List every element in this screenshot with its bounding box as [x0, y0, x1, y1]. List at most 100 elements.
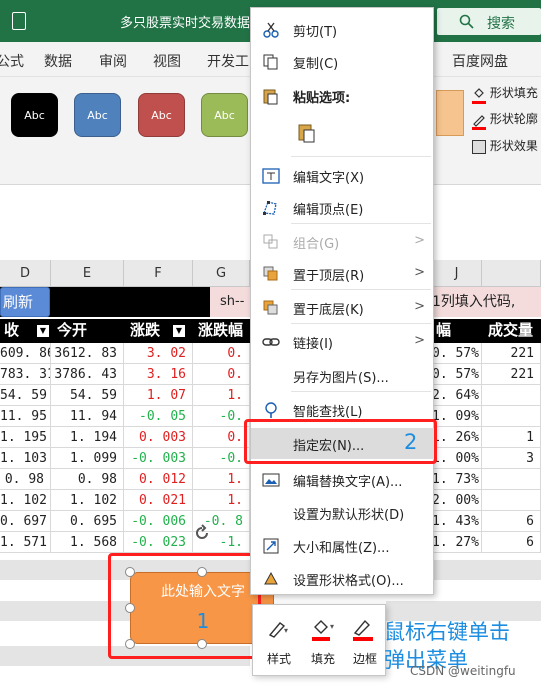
mini-style-button[interactable]: ▾ 样式: [259, 611, 299, 671]
rotate-handle-icon[interactable]: [192, 523, 212, 543]
table-cell[interactable]: 221: [482, 364, 541, 385]
table-cell[interactable]: 1.: [193, 490, 250, 511]
menu-item-send-to-back[interactable]: 置于底层(K) >: [251, 292, 435, 323]
table-cell[interactable]: 0. 003: [124, 427, 193, 448]
table-cell[interactable]: 1. 195: [0, 427, 51, 448]
column-header-e[interactable]: E: [51, 260, 124, 287]
file-icon[interactable]: [12, 12, 26, 30]
table-cell[interactable]: [482, 490, 541, 511]
shape-fill-button[interactable]: 形状填充: [472, 84, 538, 104]
table-cell[interactable]: 221: [482, 343, 541, 364]
table-cell[interactable]: 1. 568: [51, 532, 124, 553]
table-cell[interactable]: 11. 95: [0, 406, 51, 427]
menu-item-bring-to-front[interactable]: 置于顶层(R) >: [251, 258, 435, 289]
table-cell[interactable]: 3612. 83: [51, 343, 124, 364]
menu-item-format-shape[interactable]: 设置形状格式(O)...: [251, 563, 435, 594]
menu-item-save-as-picture[interactable]: 另存为图片(S)...: [251, 360, 435, 391]
table-cell[interactable]: 0. 695: [51, 511, 124, 532]
menu-item-edit-text[interactable]: 编辑文字(X): [251, 160, 435, 191]
table-cell[interactable]: 1. 27%: [432, 532, 482, 553]
table-cell[interactable]: [482, 469, 541, 490]
table-cell[interactable]: 1. 26%: [432, 427, 482, 448]
filter-dropdown-icon[interactable]: ▼: [173, 325, 185, 337]
table-cell[interactable]: 0.: [193, 364, 250, 385]
tab-baidu-netdisk[interactable]: 百度网盘: [452, 51, 508, 71]
table-cell[interactable]: 1: [482, 427, 541, 448]
table-cell[interactable]: 0.: [193, 343, 250, 364]
menu-item-edit-points[interactable]: 编辑顶点(E): [251, 192, 435, 223]
table-cell[interactable]: 0. 98: [51, 469, 124, 490]
table-cell[interactable]: -0.: [193, 406, 250, 427]
table-cell[interactable]: 1. 102: [51, 490, 124, 511]
table-cell[interactable]: 6: [482, 511, 541, 532]
menu-item-copy[interactable]: 复制(C): [251, 46, 435, 77]
menu-item-set-default-shape[interactable]: 设置为默认形状(D): [251, 497, 435, 528]
shape-outline-button[interactable]: 形状轮廓: [472, 110, 538, 130]
table-cell[interactable]: 0. 012: [124, 469, 193, 490]
table-cell[interactable]: 54. 59: [51, 385, 124, 406]
table-cell[interactable]: 1. 571: [0, 532, 51, 553]
table-cell[interactable]: -0. 05: [124, 406, 193, 427]
table-cell[interactable]: 1. 099: [51, 448, 124, 469]
table-cell[interactable]: 3786. 43: [51, 364, 124, 385]
tab-formulas[interactable]: 公式: [0, 51, 24, 71]
shape-style-blue[interactable]: Abc: [74, 93, 121, 137]
table-cell[interactable]: 11. 94: [51, 406, 124, 427]
table-cell[interactable]: 0. 98: [0, 469, 51, 490]
mini-fill-button[interactable]: ▾ 填充: [303, 611, 343, 671]
table-cell[interactable]: 0. 697: [0, 511, 51, 532]
table-cell[interactable]: -0. 006: [124, 511, 193, 532]
filter-dropdown-icon[interactable]: ▼: [37, 325, 49, 337]
column-header-d[interactable]: D: [0, 260, 51, 287]
table-cell[interactable]: 2. 64%: [432, 385, 482, 406]
shape-style-orange[interactable]: [436, 90, 464, 136]
table-cell[interactable]: 0.: [193, 427, 250, 448]
table-cell[interactable]: 1. 00%: [432, 448, 482, 469]
table-cell[interactable]: 0. 021: [124, 490, 193, 511]
table-cell[interactable]: 1. 43%: [432, 511, 482, 532]
shape-style-green[interactable]: Abc: [201, 93, 248, 137]
mini-outline-button[interactable]: 边框: [345, 611, 385, 671]
menu-item-link[interactable]: 链接(I) >: [251, 326, 435, 357]
column-header-f[interactable]: F: [124, 260, 193, 287]
table-cell[interactable]: 1. 07: [124, 385, 193, 406]
menu-item-edit-alt-text[interactable]: 编辑替换文字(A)...: [251, 464, 435, 495]
table-cell[interactable]: -0. 003: [124, 448, 193, 469]
table-cell[interactable]: 1. 73%: [432, 469, 482, 490]
tab-review[interactable]: 审阅: [99, 51, 127, 71]
menu-item-size-properties[interactable]: 大小和属性(Z)...: [251, 530, 435, 561]
column-header-k[interactable]: [482, 260, 541, 287]
table-cell[interactable]: 2. 00%: [432, 490, 482, 511]
table-cell[interactable]: 1. 194: [51, 427, 124, 448]
table-cell[interactable]: [482, 406, 541, 427]
table-cell[interactable]: 1. 09%: [432, 406, 482, 427]
tab-developer[interactable]: 开发工: [207, 51, 249, 71]
table-cell[interactable]: 3: [482, 448, 541, 469]
shape-effect-button[interactable]: 形状效果: [472, 137, 538, 154]
table-cell[interactable]: 1.: [193, 469, 250, 490]
table-cell[interactable]: 3. 16: [124, 364, 193, 385]
shape-style-black[interactable]: Abc: [11, 93, 58, 137]
table-cell[interactable]: [482, 385, 541, 406]
menu-item-paste-keep[interactable]: [251, 116, 435, 154]
table-cell[interactable]: -0. 023: [124, 532, 193, 553]
table-cell[interactable]: 1.: [193, 385, 250, 406]
column-header-j[interactable]: J: [432, 260, 482, 287]
shape-style-red[interactable]: Abc: [138, 93, 185, 137]
table-cell[interactable]: 783. 31: [0, 364, 51, 385]
tab-view[interactable]: 视图: [153, 51, 181, 71]
table-cell[interactable]: 609. 86: [0, 343, 51, 364]
refresh-button[interactable]: 刷新: [0, 287, 50, 317]
table-cell[interactable]: 1. 102: [0, 490, 51, 511]
table-cell[interactable]: 6: [482, 532, 541, 553]
search-box[interactable]: 搜索: [437, 8, 541, 35]
menu-item-cut[interactable]: 剪切(T): [251, 14, 435, 45]
table-cell[interactable]: 1. 103: [0, 448, 51, 469]
table-cell[interactable]: 54. 59: [0, 385, 51, 406]
tab-data[interactable]: 数据: [44, 51, 72, 71]
table-cell[interactable]: 0. 57%: [432, 343, 482, 364]
table-cell[interactable]: 3. 02: [124, 343, 193, 364]
column-header-g[interactable]: G: [193, 260, 250, 287]
table-cell[interactable]: -0.: [193, 448, 250, 469]
table-cell[interactable]: 0. 57%: [432, 364, 482, 385]
